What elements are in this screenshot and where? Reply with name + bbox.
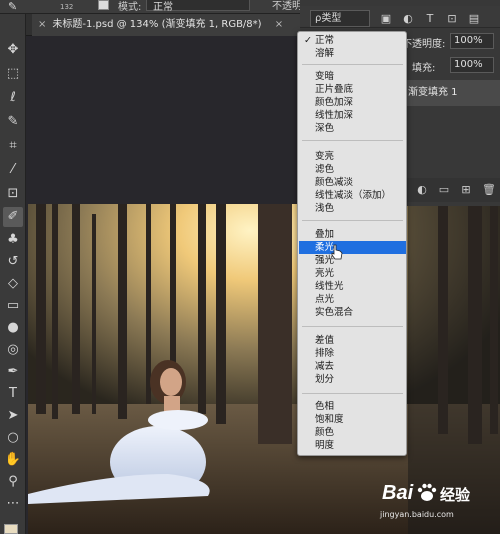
layers-bottom-bar: ◐ ▭ ⊞ 🗑 — [400, 178, 500, 202]
path-select-tool-icon[interactable]: ➤ — [3, 406, 23, 426]
smart-object-filter-icon[interactable]: ▤ — [468, 13, 480, 25]
dodge-tool-icon[interactable]: ◎ — [3, 340, 23, 360]
blend-option[interactable]: 明度 — [299, 439, 406, 452]
pen-tool-icon[interactable]: ✒ — [3, 362, 23, 382]
document-tab-bar: × 未标题-1.psd @ 134% (渐变填充 1, RGB/8*) × — [26, 14, 300, 36]
menu-divider — [302, 393, 403, 394]
adjustment-filter-icon[interactable]: ◐ — [402, 13, 414, 25]
blend-option[interactable]: 线性光 — [299, 280, 406, 293]
blend-option[interactable]: ✓ 正常 — [299, 34, 406, 47]
history-brush-tool-icon[interactable]: ↺ — [3, 252, 23, 272]
blend-option[interactable]: 溶解 — [299, 47, 406, 60]
pixel-filter-icon[interactable]: ▣ — [380, 13, 392, 25]
blend-option[interactable]: 叠加 — [299, 228, 406, 241]
stamp-tool-icon[interactable]: ♣ — [3, 230, 23, 250]
blend-option[interactable]: 浅色 — [299, 202, 406, 215]
blend-option[interactable]: 实色混合 — [299, 306, 406, 319]
fill-field[interactable]: 100% — [450, 57, 494, 73]
eraser-tool-icon[interactable]: ◇ — [3, 274, 23, 294]
blend-option[interactable]: 颜色减淡 — [299, 176, 406, 189]
move-tool-icon[interactable]: ✥ — [3, 40, 23, 60]
layer-name: 渐变填充 1 — [408, 87, 458, 98]
type-filter-icon[interactable]: T — [424, 13, 436, 25]
brush-tool-icon[interactable]: ✐ — [3, 207, 23, 227]
blur-tool-icon[interactable]: ● — [3, 318, 23, 338]
menu-divider — [302, 64, 403, 65]
frame-tool-icon[interactable]: ⊡ — [3, 184, 23, 204]
blend-option[interactable]: 线性加深 — [299, 109, 406, 122]
blend-option[interactable]: 点光 — [299, 293, 406, 306]
zoom-tool-icon[interactable]: ⚲ — [3, 472, 23, 492]
menu-divider — [302, 220, 403, 221]
opacity-field[interactable]: 100% — [450, 33, 494, 49]
baidu-paw-icon — [417, 483, 437, 501]
tab-close-icon[interactable]: × — [38, 19, 46, 30]
menu-divider — [302, 326, 403, 327]
blend-mode-menu: ✓ 正常 溶解 变暗 正片叠底 颜色加深 线性加深 深色 变亮 滤色 颜色减淡 线… — [297, 31, 407, 456]
blend-option[interactable]: 深色 — [299, 122, 406, 135]
tools-panel: ✥ ⬚ ℓ ✎ ⌗ ⁄ ⊡ ✐ ♣ ↺ ◇ ▭ ● ◎ ✒ T ➤ ○ ✋ ⚲ … — [0, 14, 26, 534]
blend-option[interactable]: 排除 — [299, 347, 406, 360]
brush-size-label: 132 — [60, 3, 74, 11]
blend-option[interactable]: 颜色加深 — [299, 96, 406, 109]
brush-settings-icon[interactable] — [98, 0, 109, 10]
shape-tool-icon[interactable]: ○ — [3, 428, 23, 448]
canvas-background — [26, 36, 300, 206]
opacity-label: 不透明度: — [402, 39, 446, 50]
blend-option[interactable]: 颜色 — [299, 426, 406, 439]
options-opacity-label: 不透明 — [272, 1, 302, 12]
adjustment-layer-icon[interactable]: ◐ — [416, 184, 428, 196]
tab-close-right-icon[interactable]: × — [275, 19, 283, 30]
document-tab[interactable]: × 未标题-1.psd @ 134% (渐变填充 1, RGB/8*) × — [32, 14, 300, 36]
brush-tool-icon[interactable]: ✎ — [8, 0, 17, 13]
new-layer-icon[interactable]: ⊞ — [460, 184, 472, 196]
shape-filter-icon[interactable]: ⊡ — [446, 13, 458, 25]
blend-option[interactable]: 强光 — [299, 254, 406, 267]
blend-option[interactable]: 差值 — [299, 334, 406, 347]
blend-option[interactable]: 正片叠底 — [299, 83, 406, 96]
mode-select[interactable]: 正常 — [146, 0, 250, 13]
checkmark-icon: ✓ — [304, 35, 312, 46]
blend-option-selected[interactable]: 柔光 — [299, 241, 406, 254]
lasso-tool-icon[interactable]: ℓ — [3, 88, 23, 108]
blend-option[interactable]: 变亮 — [299, 150, 406, 163]
mode-label: 模式: — [118, 2, 142, 13]
delete-layer-icon[interactable]: 🗑 — [482, 184, 496, 196]
baidu-jingyan-watermark: Bai 经验 jingyan.baidu.com — [378, 480, 496, 530]
mouse-cursor-icon — [331, 244, 343, 260]
new-group-icon[interactable]: ▭ — [438, 184, 450, 196]
blend-option[interactable]: 线性减淡（添加） — [299, 189, 406, 202]
blend-option[interactable]: 色相 — [299, 400, 406, 413]
layer-kind-filter[interactable]: ρ类型 — [310, 10, 370, 27]
foreground-color-swatch[interactable] — [4, 524, 18, 534]
blend-option[interactable]: 亮光 — [299, 267, 406, 280]
watermark-url: jingyan.baidu.com — [380, 510, 454, 519]
layers-filter-bar: ρ类型 ▣ ◐ T ⊡ ▤ — [300, 6, 500, 28]
blend-option[interactable]: 饱和度 — [299, 413, 406, 426]
watermark-logo-text: Bai — [382, 482, 414, 504]
menu-divider — [302, 140, 403, 141]
fill-label: 填充: — [412, 63, 436, 74]
more-tools-icon[interactable]: ⋯ — [3, 494, 23, 514]
crop-tool-icon[interactable]: ⌗ — [3, 136, 23, 156]
eyedropper-tool-icon[interactable]: ⁄ — [3, 160, 23, 180]
blend-option[interactable]: 划分 — [299, 373, 406, 386]
blend-option[interactable]: 滤色 — [299, 163, 406, 176]
quick-select-tool-icon[interactable]: ✎ — [3, 112, 23, 132]
blend-option[interactable]: 减去 — [299, 360, 406, 373]
layer-item[interactable]: 渐变填充 1 — [400, 80, 500, 106]
hand-tool-icon[interactable]: ✋ — [3, 450, 23, 470]
watermark-suffix: 经验 — [440, 486, 471, 504]
gradient-tool-icon[interactable]: ▭ — [3, 296, 23, 316]
marquee-tool-icon[interactable]: ⬚ — [3, 64, 23, 84]
document-title: 未标题-1.psd @ 134% (渐变填充 1, RGB/8*) — [52, 19, 262, 30]
type-tool-icon[interactable]: T — [3, 384, 23, 404]
blend-option[interactable]: 变暗 — [299, 70, 406, 83]
